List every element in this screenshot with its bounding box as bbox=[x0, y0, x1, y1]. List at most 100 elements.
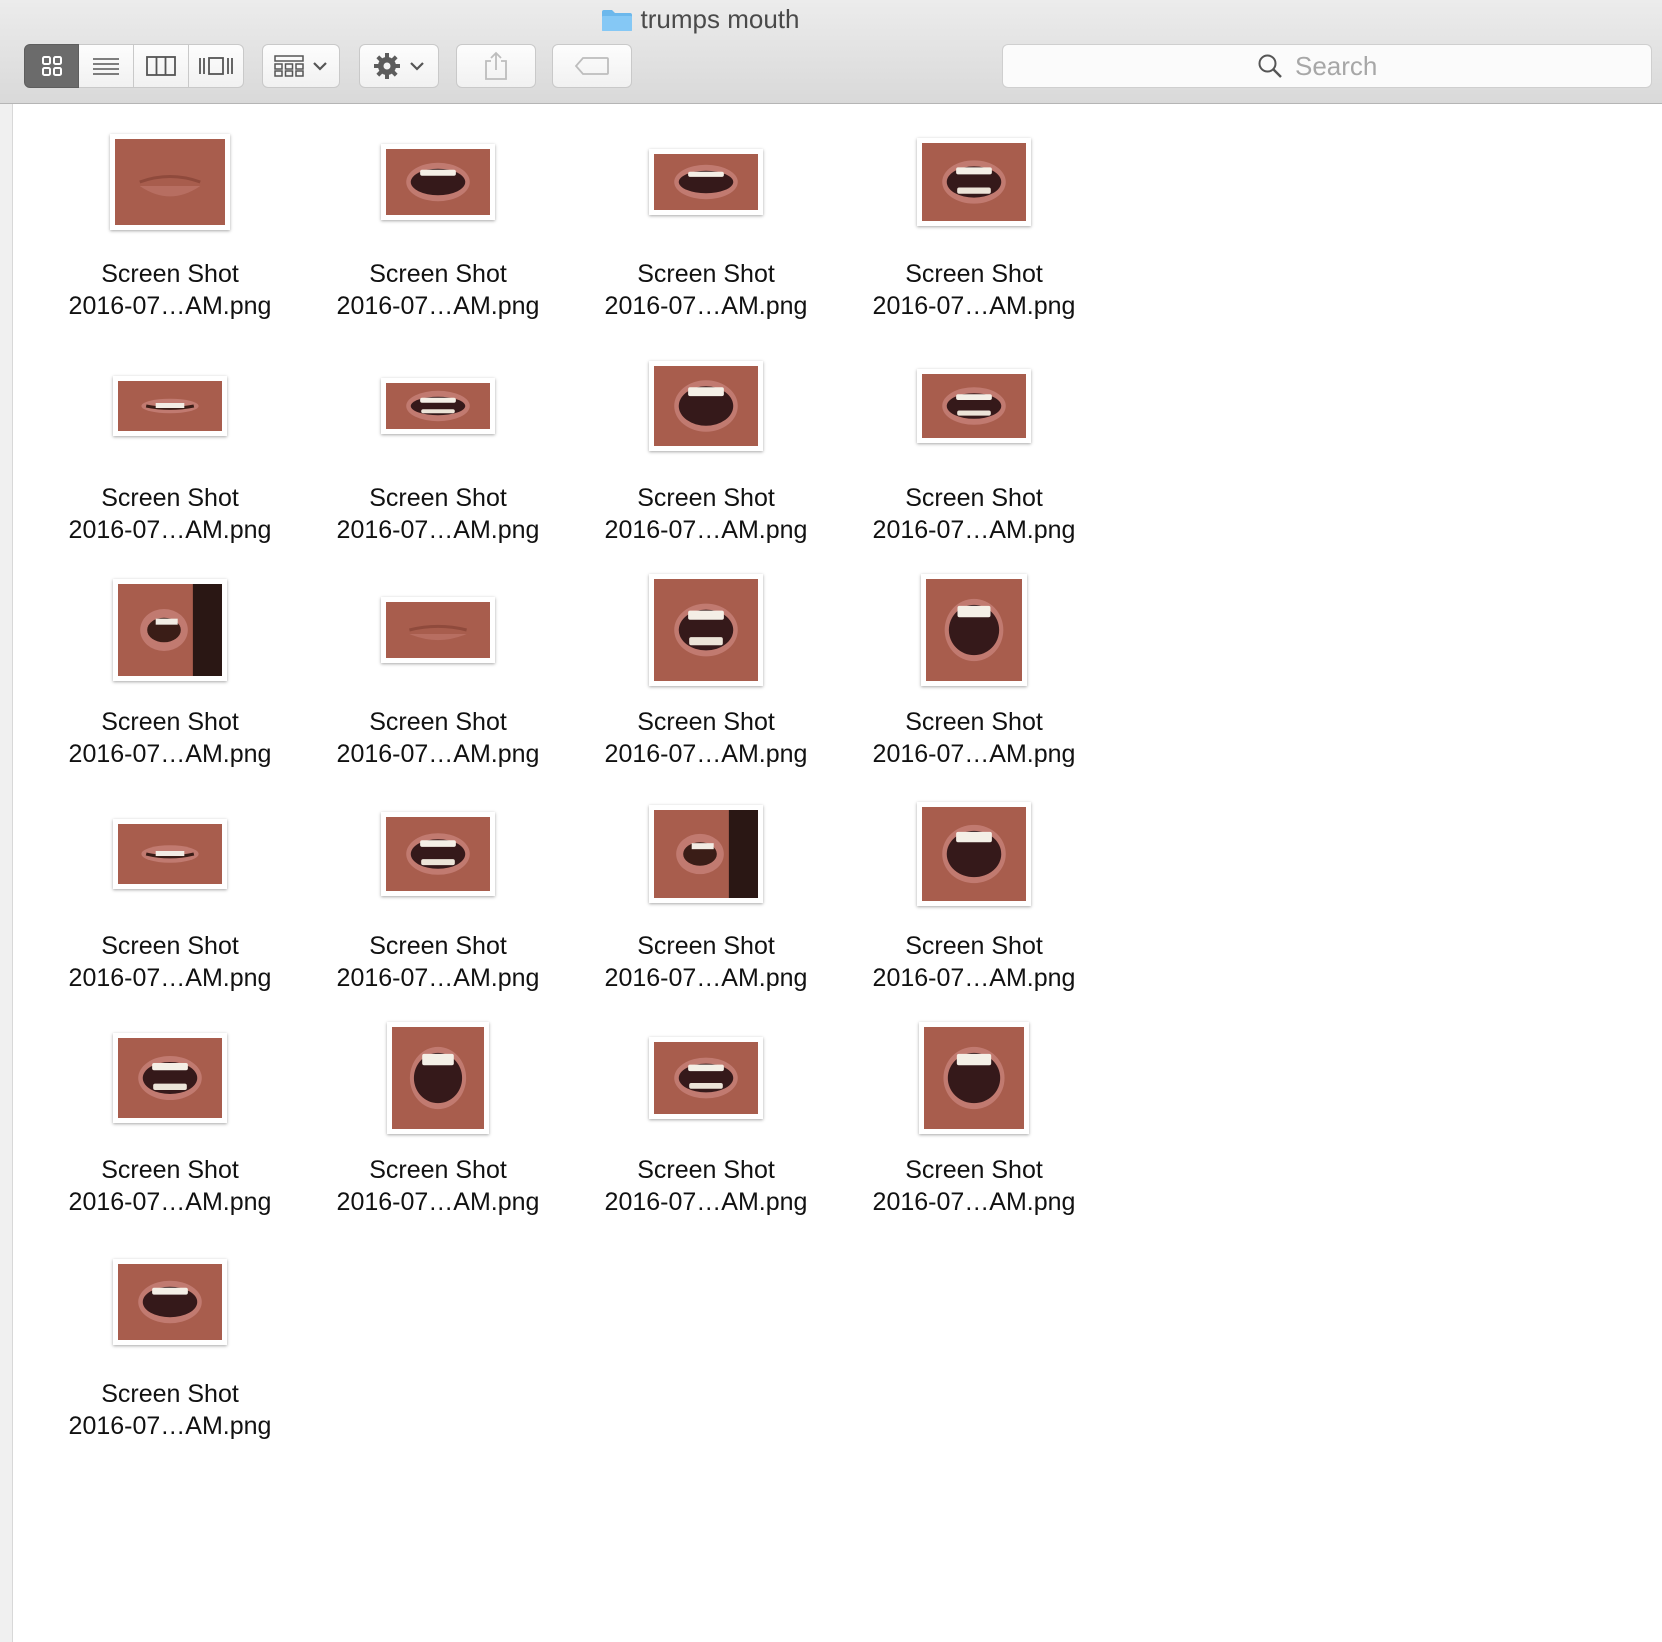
file-name[interactable]: Screen Shot 2016-07…AM.png bbox=[605, 1154, 808, 1218]
share-icon bbox=[485, 51, 507, 80]
file-name[interactable]: Screen Shot 2016-07…AM.png bbox=[605, 930, 808, 994]
file-name[interactable]: Screen Shot 2016-07…AM.png bbox=[337, 482, 540, 546]
file-thumbnail[interactable] bbox=[381, 144, 495, 220]
file-name-line-2: 2016-07…AM.png bbox=[68, 1188, 272, 1216]
file-name-line-2: 2016-07…AM.png bbox=[604, 516, 808, 544]
file-thumbnail[interactable] bbox=[381, 812, 495, 896]
file-item[interactable]: Screen Shot 2016-07…AM.png bbox=[304, 1014, 572, 1238]
thumbnail-area bbox=[572, 342, 840, 470]
file-name[interactable]: Screen Shot 2016-07…AM.png bbox=[605, 706, 808, 770]
file-name[interactable]: Screen Shot 2016-07…AM.png bbox=[873, 1154, 1076, 1218]
file-item[interactable]: Screen Shot 2016-07…AM.png bbox=[36, 118, 304, 342]
file-name-line-2: 2016-07…AM.png bbox=[872, 292, 1076, 320]
cover-flow-view-button[interactable] bbox=[189, 44, 244, 88]
file-name[interactable]: Screen Shot 2016-07…AM.png bbox=[69, 482, 272, 546]
file-item[interactable]: Screen Shot 2016-07…AM.png bbox=[572, 118, 840, 342]
tag-button[interactable] bbox=[552, 44, 632, 88]
file-name[interactable]: Screen Shot 2016-07…AM.png bbox=[337, 930, 540, 994]
thumbnail-area bbox=[36, 790, 304, 918]
file-item[interactable]: Screen Shot 2016-07…AM.png bbox=[572, 566, 840, 790]
file-item[interactable]: Screen Shot 2016-07…AM.png bbox=[304, 342, 572, 566]
file-name[interactable]: Screen Shot 2016-07…AM.png bbox=[69, 258, 272, 322]
file-grid: Screen Shot 2016-07…AM.png Screen Shot 201… bbox=[36, 118, 1116, 1462]
file-thumbnail[interactable] bbox=[113, 1033, 227, 1123]
file-item[interactable]: Screen Shot 2016-07…AM.png bbox=[572, 790, 840, 1014]
file-thumbnail[interactable] bbox=[649, 1037, 763, 1119]
file-thumbnail[interactable] bbox=[649, 805, 763, 903]
file-name[interactable]: Screen Shot 2016-07…AM.png bbox=[69, 1154, 272, 1218]
search-field[interactable] bbox=[1002, 44, 1652, 88]
file-name-line-1: Screen Shot bbox=[101, 708, 239, 736]
file-name[interactable]: Screen Shot 2016-07…AM.png bbox=[605, 258, 808, 322]
file-name-line-1: Screen Shot bbox=[369, 708, 507, 736]
file-item[interactable]: Screen Shot 2016-07…AM.png bbox=[840, 1014, 1108, 1238]
file-thumbnail[interactable] bbox=[113, 376, 227, 436]
file-name-line-1: Screen Shot bbox=[905, 260, 1043, 288]
file-item[interactable]: Screen Shot 2016-07…AM.png bbox=[36, 790, 304, 1014]
file-name-line-1: Screen Shot bbox=[101, 1380, 239, 1408]
file-item[interactable]: Screen Shot 2016-07…AM.png bbox=[304, 790, 572, 1014]
file-name[interactable]: Screen Shot 2016-07…AM.png bbox=[337, 1154, 540, 1218]
file-item[interactable]: Screen Shot 2016-07…AM.png bbox=[840, 118, 1108, 342]
file-item[interactable]: Screen Shot 2016-07…AM.png bbox=[36, 1238, 304, 1462]
share-button[interactable] bbox=[456, 44, 536, 88]
file-name-line-1: Screen Shot bbox=[369, 260, 507, 288]
tag-icon bbox=[574, 57, 609, 75]
file-thumbnail[interactable] bbox=[110, 134, 230, 230]
arrange-grid-icon bbox=[274, 55, 304, 77]
mouth-image bbox=[386, 383, 490, 429]
file-name[interactable]: Screen Shot 2016-07…AM.png bbox=[69, 706, 272, 770]
file-name[interactable]: Screen Shot 2016-07…AM.png bbox=[873, 258, 1076, 322]
thumbnail-area bbox=[304, 342, 572, 470]
file-thumbnail[interactable] bbox=[381, 597, 495, 663]
file-name[interactable]: Screen Shot 2016-07…AM.png bbox=[337, 706, 540, 770]
file-item[interactable]: Screen Shot 2016-07…AM.png bbox=[36, 566, 304, 790]
mouth-image bbox=[654, 1042, 758, 1114]
mouth-image bbox=[922, 374, 1026, 438]
list-view-button[interactable] bbox=[79, 44, 134, 88]
file-item[interactable]: Screen Shot 2016-07…AM.png bbox=[840, 342, 1108, 566]
file-item[interactable]: Screen Shot 2016-07…AM.png bbox=[572, 1014, 840, 1238]
file-name[interactable]: Screen Shot 2016-07…AM.png bbox=[337, 258, 540, 322]
file-name[interactable]: Screen Shot 2016-07…AM.png bbox=[873, 930, 1076, 994]
file-item[interactable]: Screen Shot 2016-07…AM.png bbox=[572, 342, 840, 566]
file-name[interactable]: Screen Shot 2016-07…AM.png bbox=[873, 706, 1076, 770]
file-item[interactable]: Screen Shot 2016-07…AM.png bbox=[304, 118, 572, 342]
file-name[interactable]: Screen Shot 2016-07…AM.png bbox=[69, 1378, 272, 1442]
mouth-image bbox=[924, 1027, 1024, 1129]
file-item[interactable]: Screen Shot 2016-07…AM.png bbox=[36, 1014, 304, 1238]
file-thumbnail[interactable] bbox=[387, 1022, 489, 1134]
file-item[interactable]: Screen Shot 2016-07…AM.png bbox=[36, 342, 304, 566]
thumbnail-area bbox=[840, 342, 1108, 470]
file-thumbnail[interactable] bbox=[917, 802, 1031, 906]
file-thumbnail[interactable] bbox=[919, 1022, 1029, 1134]
mouth-image bbox=[654, 579, 758, 681]
file-thumbnail[interactable] bbox=[649, 149, 763, 215]
icon-view-button[interactable] bbox=[24, 44, 79, 88]
chevron-down-icon bbox=[410, 62, 424, 71]
file-thumbnail[interactable] bbox=[917, 369, 1031, 443]
file-thumbnail[interactable] bbox=[649, 574, 763, 686]
file-name-line-2: 2016-07…AM.png bbox=[68, 1412, 272, 1440]
file-thumbnail[interactable] bbox=[917, 138, 1031, 226]
file-thumbnail[interactable] bbox=[113, 1259, 227, 1345]
search-input[interactable] bbox=[1293, 49, 1397, 83]
file-item[interactable]: Screen Shot 2016-07…AM.png bbox=[840, 566, 1108, 790]
arrange-button[interactable] bbox=[262, 44, 340, 88]
file-thumbnail[interactable] bbox=[113, 579, 227, 681]
thumbnail-area bbox=[572, 566, 840, 694]
file-thumbnail[interactable] bbox=[113, 819, 227, 889]
file-thumbnail[interactable] bbox=[649, 361, 763, 451]
file-thumbnail[interactable] bbox=[921, 574, 1027, 686]
file-name[interactable]: Screen Shot 2016-07…AM.png bbox=[69, 930, 272, 994]
column-view-button[interactable] bbox=[134, 44, 189, 88]
file-item[interactable]: Screen Shot 2016-07…AM.png bbox=[304, 566, 572, 790]
file-name-line-1: Screen Shot bbox=[369, 932, 507, 960]
file-name-line-1: Screen Shot bbox=[905, 484, 1043, 512]
file-name[interactable]: Screen Shot 2016-07…AM.png bbox=[605, 482, 808, 546]
thumbnail-area bbox=[572, 790, 840, 918]
file-thumbnail[interactable] bbox=[381, 378, 495, 434]
file-item[interactable]: Screen Shot 2016-07…AM.png bbox=[840, 790, 1108, 1014]
file-name[interactable]: Screen Shot 2016-07…AM.png bbox=[873, 482, 1076, 546]
action-button[interactable] bbox=[359, 44, 439, 88]
